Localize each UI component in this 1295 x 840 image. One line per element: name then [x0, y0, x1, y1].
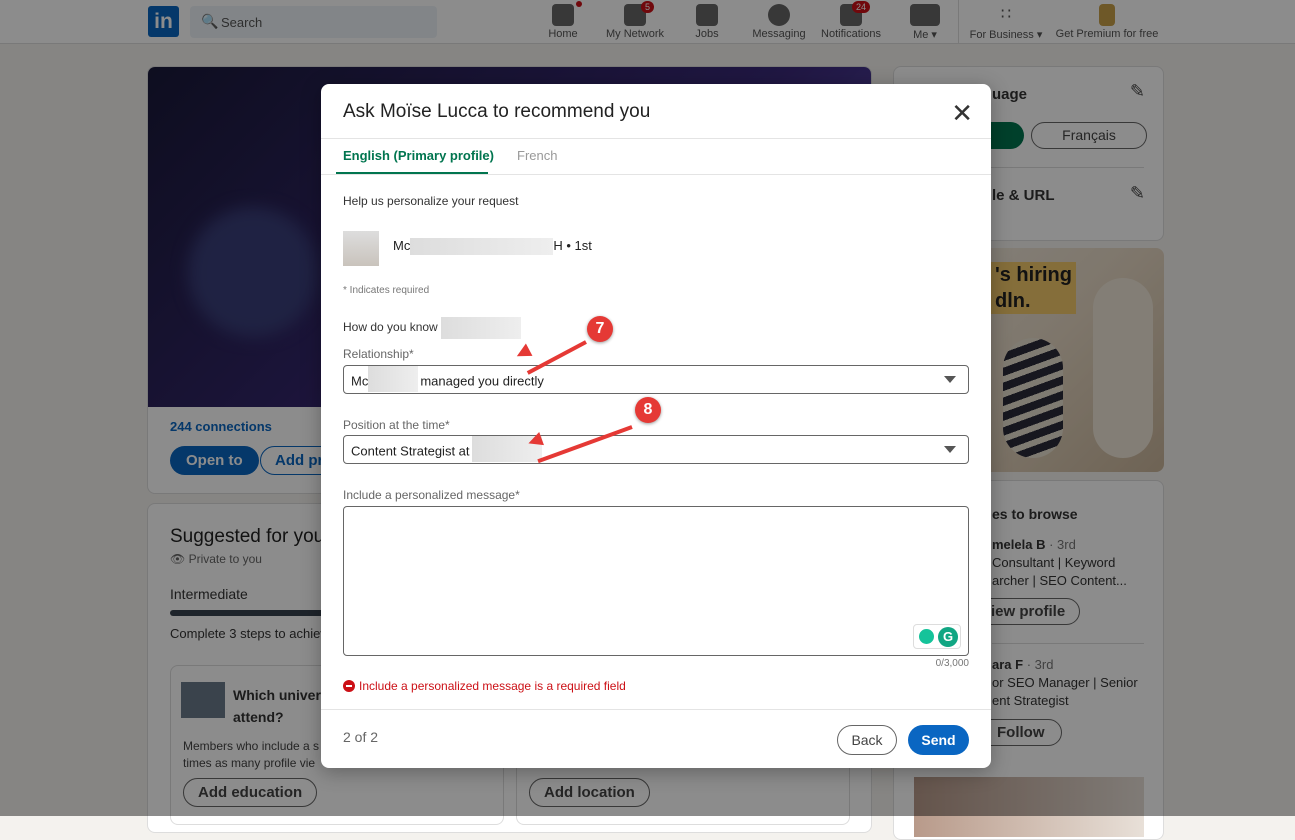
person-name: Mc H • 1st — [393, 238, 592, 256]
how-know-question: How do you know — [343, 317, 522, 339]
annotation-step-7: 7 — [587, 316, 613, 342]
error-message: Include a personalized message is a requ… — [343, 679, 626, 693]
send-button[interactable]: Send — [908, 725, 969, 755]
dialog-title: Ask Moïse Lucca to recommend you — [343, 101, 651, 122]
select-prefix: Mc — [351, 373, 369, 389]
error-text: Include a personalized message is a requ… — [359, 679, 626, 693]
message-label: Include a personalized message* — [343, 488, 520, 502]
chevron-down-icon — [944, 446, 956, 453]
question-text: How do you know — [343, 320, 438, 335]
name-suffix: H • 1st — [553, 238, 592, 253]
position-label: Position at the time* — [343, 418, 450, 432]
divider — [321, 174, 991, 175]
redacted-name — [410, 238, 554, 256]
select-value: Content Strategist at — [351, 443, 470, 459]
lightbulb-icon[interactable] — [919, 629, 934, 644]
grammarly-icon[interactable]: G — [938, 627, 958, 647]
select-value: managed you directly — [420, 373, 544, 389]
required-note: * Indicates required — [343, 285, 430, 296]
chevron-down-icon — [944, 376, 956, 383]
error-icon — [343, 680, 355, 692]
annotation-step-8: 8 — [635, 397, 661, 423]
char-count: 0/3,000 — [935, 658, 969, 669]
divider — [321, 709, 991, 710]
tab-english[interactable]: English (Primary profile) — [343, 148, 494, 163]
back-button[interactable]: Back — [837, 725, 897, 755]
redacted-name — [368, 366, 419, 392]
close-icon[interactable]: ✕ — [951, 98, 973, 129]
recommendation-request-dialog: Ask Moïse Lucca to recommend you ✕ Engli… — [321, 84, 991, 768]
person-avatar — [343, 231, 379, 266]
position-select[interactable]: Content Strategist at — [343, 435, 969, 464]
grammarly-widget[interactable]: G — [913, 624, 961, 649]
relationship-label: Relationship* — [343, 347, 414, 361]
tab-french[interactable]: French — [517, 148, 557, 163]
redacted-name — [441, 317, 522, 339]
divider — [321, 138, 991, 139]
message-textarea[interactable] — [343, 506, 969, 656]
relationship-select[interactable]: Mc managed you directly — [343, 365, 969, 394]
step-indicator: 2 of 2 — [343, 729, 379, 745]
help-text: Help us personalize your request — [343, 194, 519, 208]
name-prefix: Mc — [393, 238, 411, 253]
